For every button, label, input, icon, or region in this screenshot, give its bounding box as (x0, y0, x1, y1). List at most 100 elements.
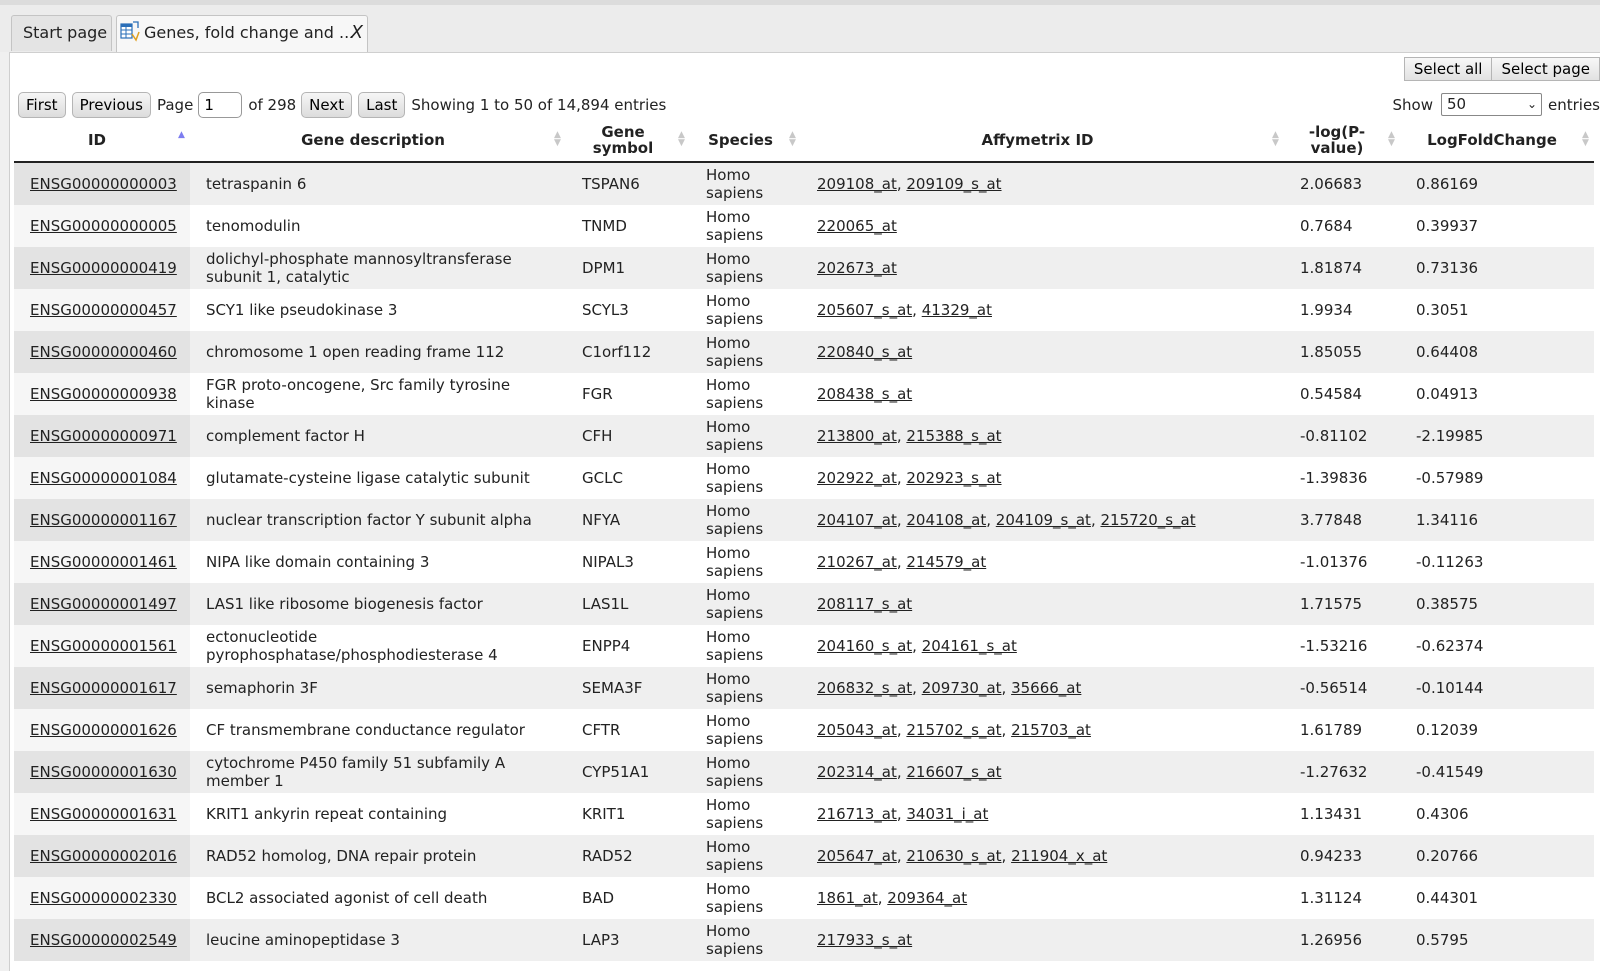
affymetrix-link[interactable]: 209364_at (887, 889, 967, 907)
affymetrix-link[interactable]: 214579_at (906, 553, 986, 571)
affymetrix-link[interactable]: 217933_s_at (817, 931, 912, 949)
affymetrix-link[interactable]: 41329_at (922, 301, 992, 319)
column-header-id[interactable]: ID ▲ (14, 119, 190, 163)
affymetrix-link[interactable]: 220065_at (817, 217, 897, 235)
table-row[interactable]: ENSG00000001630 cytochrome P450 family 51… (14, 751, 1594, 793)
column-header-description[interactable]: Gene description ▲ ▼ (190, 119, 566, 163)
affymetrix-link[interactable]: 216713_at (817, 805, 897, 823)
affymetrix-link[interactable]: 210630_s_at (906, 847, 1001, 865)
gene-id-link[interactable]: ENSG00000000005 (30, 217, 177, 235)
gene-id-link[interactable]: ENSG00000001626 (30, 721, 177, 739)
gene-id-link[interactable]: ENSG00000001561 (30, 637, 177, 655)
select-page-button[interactable]: Select page (1491, 57, 1600, 81)
gene-id-link[interactable]: ENSG00000000938 (30, 385, 177, 403)
affymetrix-link[interactable]: 205043_at (817, 721, 897, 739)
affymetrix-link[interactable]: 211904_x_at (1011, 847, 1107, 865)
affymetrix-link[interactable]: 208117_s_at (817, 595, 912, 613)
last-page-button[interactable]: Last (358, 92, 406, 118)
column-header-logp[interactable]: -log(P-value) ▲ ▼ (1284, 119, 1400, 163)
affymetrix-link[interactable]: 213800_at (817, 427, 897, 445)
first-page-button[interactable]: First (18, 92, 66, 118)
gene-id-link[interactable]: ENSG00000001630 (30, 763, 177, 781)
table-row[interactable]: ENSG00000000457 SCY1 like pseudokinase 3 S… (14, 289, 1594, 331)
affymetrix-link[interactable]: 1861_at (817, 889, 878, 907)
sort-icon: ▲ ▼ (678, 130, 685, 148)
table-row[interactable]: ENSG00000002016 RAD52 homolog, DNA repair… (14, 835, 1594, 877)
column-header-affymetrix[interactable]: Affymetrix ID ▲ ▼ (801, 119, 1284, 163)
affymetrix-link[interactable]: 204108_at (906, 511, 986, 529)
affymetrix-link[interactable]: 209108_at (817, 175, 897, 193)
affymetrix-link[interactable]: 215720_s_at (1100, 511, 1195, 529)
table-row[interactable]: ENSG00000000460 chromosome 1 open reading… (14, 331, 1594, 373)
cell-description: chromosome 1 open reading frame 112 (190, 331, 566, 373)
table-row[interactable]: ENSG00000001084 glutamate-cysteine ligase… (14, 457, 1594, 499)
table-row[interactable]: ENSG00000001626 CF transmembrane conducta… (14, 709, 1594, 751)
gene-id-link[interactable]: ENSG00000001631 (30, 805, 177, 823)
affymetrix-link[interactable]: 215702_s_at (906, 721, 1001, 739)
affymetrix-link[interactable]: 206832_s_at (817, 679, 912, 697)
select-all-button[interactable]: Select all (1403, 57, 1493, 81)
page-size-select[interactable]: 50 ⌄ (1441, 93, 1542, 116)
affymetrix-link[interactable]: 204109_s_at (996, 511, 1091, 529)
gene-id-link[interactable]: ENSG00000002549 (30, 931, 177, 949)
affymetrix-link[interactable]: 210267_at (817, 553, 897, 571)
gene-id-link[interactable]: ENSG00000002330 (30, 889, 177, 907)
affymetrix-link[interactable]: 204160_s_at (817, 637, 912, 655)
next-page-button[interactable]: Next (301, 92, 353, 118)
gene-id-link[interactable]: ENSG00000001084 (30, 469, 177, 487)
table-row[interactable]: ENSG00000001461 NIPA like domain containi… (14, 541, 1594, 583)
gene-id-link[interactable]: ENSG00000001461 (30, 553, 177, 571)
column-header-symbol[interactable]: Gene symbol ▲ ▼ (566, 119, 690, 163)
header-row: ID ▲ Gene description ▲ ▼ Gene symbol ▲ ▼ Spe… (14, 119, 1594, 163)
gene-id-link[interactable]: ENSG00000000457 (30, 301, 177, 319)
affymetrix-link[interactable]: 204161_s_at (922, 637, 1017, 655)
affymetrix-link[interactable]: 34031_i_at (906, 805, 988, 823)
table-row[interactable]: ENSG00000002549 leucine aminopeptidase 3L… (14, 919, 1594, 961)
affymetrix-link[interactable]: 209109_s_at (906, 175, 1001, 193)
column-header-species[interactable]: Species ▲ ▼ (690, 119, 801, 163)
close-icon[interactable]: X (351, 16, 363, 50)
gene-id-link[interactable]: ENSG00000000460 (30, 343, 177, 361)
page-number-input[interactable] (198, 92, 243, 118)
table-row[interactable]: ENSG00000001561 ectonucleotide pyrophosph… (14, 625, 1594, 667)
affymetrix-link[interactable]: 202673_at (817, 259, 897, 277)
affymetrix-link[interactable]: 220840_s_at (817, 343, 912, 361)
table-row[interactable]: ENSG00000001631 KRIT1 ankyrin repeat cont… (14, 793, 1594, 835)
gene-id-link[interactable]: ENSG00000000971 (30, 427, 177, 445)
table-row[interactable]: ENSG00000001167 nuclear transcription fac… (14, 499, 1594, 541)
table-row[interactable]: ENSG00000001497 LAS1 like ribosome biogen… (14, 583, 1594, 625)
affymetrix-link[interactable]: 205647_at (817, 847, 897, 865)
table-row[interactable]: ENSG00000000938 FGR proto-oncogene, Src f… (14, 373, 1594, 415)
table-row[interactable]: ENSG00000000005 tenomodulin TNMD Homo sapie… (14, 205, 1594, 247)
gene-id-link[interactable]: ENSG00000001617 (30, 679, 177, 697)
table-row[interactable]: ENSG00000001617 semaphorin 3F SEMA3F Homo s… (14, 667, 1594, 709)
table-row[interactable]: ENSG00000000003 tetraspanin 6 TSPAN6 Homo s… (14, 162, 1594, 205)
previous-page-button[interactable]: Previous (71, 92, 151, 118)
species-text: Homo sapiens (706, 754, 764, 790)
table-row[interactable]: ENSG00000000419 dolichyl-phosphate mannos… (14, 247, 1594, 289)
gene-id-link[interactable]: ENSG00000001167 (30, 511, 177, 529)
cell-id: ENSG00000000419 (14, 247, 190, 289)
affymetrix-link[interactable]: 216607_s_at (906, 763, 1001, 781)
tab-start-page[interactable]: Start page (11, 15, 112, 51)
affymetrix-link[interactable]: 202314_at (817, 763, 897, 781)
gene-id-link[interactable]: ENSG00000000419 (30, 259, 177, 277)
gene-id-link[interactable]: ENSG00000000003 (30, 175, 177, 193)
affymetrix-link[interactable]: 205607_s_at (817, 301, 912, 319)
tab-genes-fold-change[interactable]: Genes, fold change and ... X (116, 15, 368, 53)
affymetrix-link[interactable]: 202923_s_at (906, 469, 1001, 487)
affymetrix-link[interactable]: 204107_at (817, 511, 897, 529)
affymetrix-link[interactable]: 202922_at (817, 469, 897, 487)
gene-id-link[interactable]: ENSG00000002016 (30, 847, 177, 865)
affymetrix-link[interactable]: 35666_at (1011, 679, 1081, 697)
affymetrix-link[interactable]: 208438_s_at (817, 385, 912, 403)
table-row[interactable]: ENSG00000002330 BCL2 associated agonist o… (14, 877, 1594, 919)
gene-id-link[interactable]: ENSG00000001497 (30, 595, 177, 613)
affymetrix-link[interactable]: 215703_at (1011, 721, 1091, 739)
affymetrix-link[interactable]: 215388_s_at (906, 427, 1001, 445)
show-label: Show (1392, 95, 1433, 114)
table-row[interactable]: ENSG00000000971 complement factor H CFH Hom… (14, 415, 1594, 457)
cell-affymetrix: 1861_at, 209364_at (817, 889, 968, 907)
column-header-logfoldchange[interactable]: LogFoldChange ▲ ▼ (1400, 119, 1594, 163)
affymetrix-link[interactable]: 209730_at (922, 679, 1002, 697)
